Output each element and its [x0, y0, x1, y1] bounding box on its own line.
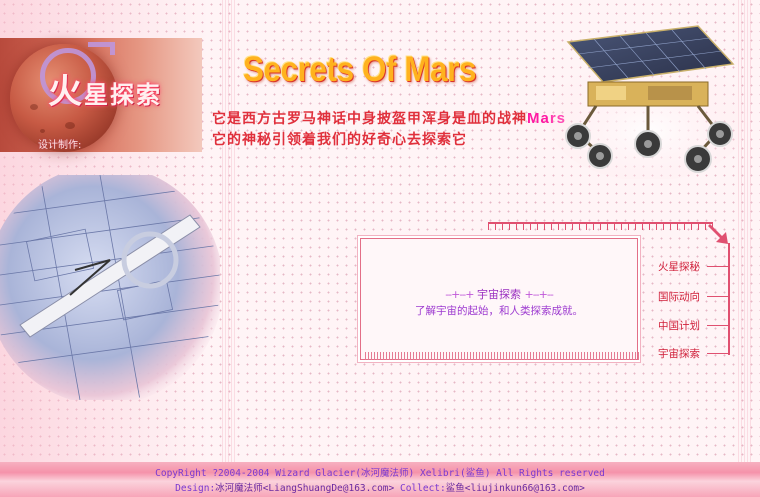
designer-name-link[interactable]: 冰河魔法师 — [215, 483, 263, 494]
designer-email-link[interactable]: <LiangShuangDe@163.com> — [263, 483, 395, 494]
panel-shadow — [365, 352, 641, 360]
nav-item-mars-explore[interactable]: 火星探秘 — [658, 259, 700, 274]
panel-top-line — [488, 222, 713, 234]
tagline-line1: 它是西方古罗马神话中身披盔甲浑身是血的战神 — [212, 111, 527, 127]
tagline: 它是西方古罗马神话中身披盔甲浑身是血的战神Mars 它的神秘引领着我们的好奇心去… — [212, 108, 566, 151]
nav-connector — [707, 353, 728, 354]
footer-copyright: CopyRight ?2004-2004 Wizard Glacier(冰河魔法… — [155, 468, 605, 479]
logo-title: 火星探索 — [48, 72, 162, 112]
blueprint-image — [0, 175, 220, 400]
decorative-stripes — [222, 0, 236, 497]
site-logo[interactable]: 火星探索 设计制作: — [0, 38, 202, 152]
tagline-line2: 它的神秘引领着我们的好奇心去探索它 — [212, 132, 467, 148]
page-headline: Secrets Of Mars — [243, 50, 477, 89]
collector-email-link[interactable]: <liujinkun66@163.com> — [465, 483, 585, 494]
panel-heading-label: 宇宙探索 — [477, 288, 521, 301]
nav-item-international[interactable]: 国际动向 — [658, 289, 700, 304]
nav-item-china-plan[interactable]: 中国计划 — [658, 318, 700, 333]
nav-connector — [707, 325, 728, 326]
nav-connector — [707, 296, 728, 297]
nav-item-universe-explore[interactable]: 宇宙探索 — [658, 346, 700, 361]
mars-rover-image — [548, 25, 748, 179]
panel-description: 了解宇宙的起始，和人类探索成就。 — [415, 305, 583, 317]
nav-vertical-line — [728, 243, 730, 355]
mars-arrow-icon — [88, 42, 115, 55]
panel-heading[interactable]: --+--+ 宇宙探索 +--+-- — [361, 286, 637, 302]
collector-name-link[interactable]: 鲨鱼 — [446, 483, 465, 494]
footer-credits: Design:冰河魔法师<LiangShuangDe@163.com> Coll… — [175, 483, 585, 494]
designer-label: 设计制作: — [38, 140, 82, 151]
info-panel: --+--+ 宇宙探索 +--+-- 了解宇宙的起始，和人类探索成就。 — [360, 238, 638, 360]
nav-connector — [707, 266, 728, 267]
